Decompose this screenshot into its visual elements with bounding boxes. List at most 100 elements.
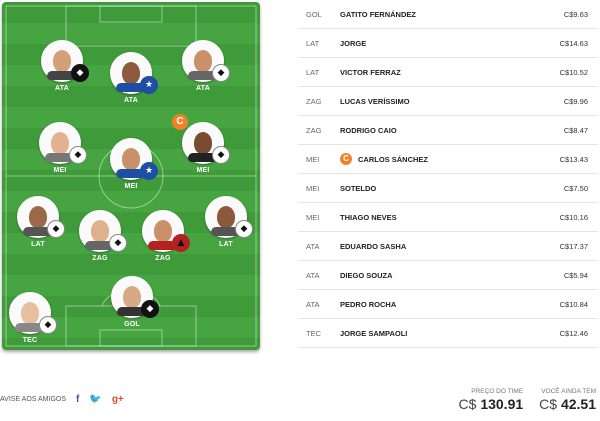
- row-player-name: DIEGO SOUZA: [340, 271, 518, 280]
- list-row[interactable]: MEI SOTELDO C$7.50: [298, 174, 598, 203]
- player-avatar[interactable]: ★: [110, 138, 158, 180]
- row-player-name: LUCAS VERÍSSIMO: [340, 97, 518, 106]
- player-card[interactable]: ◆ GOL: [102, 276, 162, 328]
- list-row[interactable]: ATA PEDRO ROCHA C$10.84: [298, 290, 598, 319]
- player-position: LAT: [31, 241, 45, 248]
- player-position: GOL: [124, 321, 140, 328]
- player-card[interactable]: ◆ ZAG: [70, 210, 130, 262]
- player-avatar[interactable]: ◆: [205, 196, 253, 238]
- player-avatar[interactable]: ▲: [142, 210, 190, 252]
- row-price: C$10.84: [559, 299, 588, 309]
- player-face: [194, 132, 212, 154]
- list-row[interactable]: ZAG RODRIGO CAIO C$8.47: [298, 116, 598, 145]
- google-plus-icon[interactable]: g+: [112, 394, 124, 405]
- player-list: GOL GATITO FERNÁNDEZ C$9.63 LAT JORGE C$14.63…: [298, 0, 598, 348]
- list-row[interactable]: TEC JORGE SAMPAOLI C$12.46: [298, 319, 598, 348]
- player-card[interactable]: ◆ LAT: [196, 196, 256, 248]
- row-name-text: VICTOR FERRAZ: [340, 67, 401, 77]
- player-card[interactable]: ◆ LAT: [8, 196, 68, 248]
- player-face: [122, 148, 140, 170]
- row-position: LAT: [306, 38, 320, 48]
- club-badge-icon: ◆: [71, 64, 89, 82]
- team-price-amount: 130.91: [480, 396, 524, 412]
- player-position: TEC: [22, 337, 38, 344]
- club-badge-icon: ◆: [141, 300, 159, 318]
- player-card[interactable]: ◆ ATA: [32, 40, 92, 92]
- remaining-budget: VOCÊ AINDA TEM C$ 42.51: [539, 388, 596, 412]
- row-name-text: JORGE: [340, 38, 367, 48]
- row-position: MEI: [306, 212, 320, 222]
- facebook-icon[interactable]: f: [76, 394, 79, 405]
- row-player-name: THIAGO NEVES: [340, 213, 518, 222]
- list-row[interactable]: LAT JORGE C$14.63: [298, 29, 598, 58]
- player-position: MEI: [53, 167, 67, 174]
- row-player-name: SOTELDO: [340, 184, 518, 193]
- remaining-value: C$ 42.51: [539, 396, 596, 412]
- team-price-value: C$ 130.91: [459, 396, 524, 412]
- club-badge-icon: ◆: [235, 220, 253, 238]
- player-avatar[interactable]: ★: [110, 52, 158, 94]
- list-row[interactable]: ATA DIEGO SOUZA C$5.94: [298, 261, 598, 290]
- player-avatar[interactable]: ◆: [79, 210, 127, 252]
- twitter-icon[interactable]: 🐦: [89, 394, 101, 405]
- team-price-label: PREÇO DO TIME: [471, 388, 524, 395]
- list-row[interactable]: GOL GATITO FERNÁNDEZ C$9.63: [298, 0, 598, 29]
- row-position: ZAG: [306, 125, 322, 135]
- club-badge-icon: ◆: [69, 146, 87, 164]
- row-name-text: LUCAS VERÍSSIMO: [340, 96, 410, 106]
- list-row[interactable]: LAT VICTOR FERRAZ C$10.52: [298, 58, 598, 87]
- club-badge-icon: ◆: [109, 234, 127, 252]
- player-face: [91, 220, 109, 242]
- row-price: C$8.47: [563, 125, 588, 135]
- list-row[interactable]: ZAG LUCAS VERÍSSIMO C$9.96: [298, 87, 598, 116]
- row-position: GOL: [306, 9, 322, 19]
- player-avatar[interactable]: ◆: [9, 292, 57, 334]
- player-face: [217, 206, 235, 228]
- captain-icon: C: [340, 153, 352, 165]
- row-player-name: JORGE SAMPAOLI: [340, 329, 518, 338]
- list-row[interactable]: MEI C CARLOS SÁNCHEZ C$13.43: [298, 145, 598, 174]
- lineup-field: ◆ ATA ★ ATA ◆ ATA ◆ MEI ★ MEI ◆ C MEI ◆ LAT ◆ ZAG…: [2, 2, 260, 350]
- list-row[interactable]: ATA EDUARDO SASHA C$17.37: [298, 232, 598, 261]
- player-avatar[interactable]: ◆: [111, 276, 159, 318]
- player-face: [194, 50, 212, 72]
- row-player-name: EDUARDO SASHA: [340, 242, 518, 251]
- player-position: ATA: [196, 85, 210, 92]
- player-card[interactable]: ◆ C MEI: [172, 114, 233, 174]
- remaining-amount: 42.51: [560, 396, 596, 412]
- player-face: [29, 206, 47, 228]
- row-name-text: JORGE SAMPAOLI: [340, 328, 408, 338]
- list-row[interactable]: MEI THIAGO NEVES C$10.16: [298, 203, 598, 232]
- row-price: C$12.46: [559, 328, 588, 338]
- row-position: ATA: [306, 241, 320, 251]
- player-avatar[interactable]: ◆: [182, 40, 230, 82]
- row-name-text: DIEGO SOUZA: [340, 270, 393, 280]
- row-name-text: EDUARDO SASHA: [340, 241, 407, 251]
- player-avatar[interactable]: ◆: [39, 122, 87, 164]
- player-card[interactable]: ★ ATA: [101, 52, 161, 104]
- row-player-name: JORGE: [340, 39, 518, 48]
- row-player-name: VICTOR FERRAZ: [340, 68, 518, 77]
- player-position: ATA: [55, 85, 69, 92]
- row-position: ATA: [306, 299, 320, 309]
- player-avatar[interactable]: ◆: [41, 40, 89, 82]
- player-card[interactable]: ▲ ZAG: [133, 210, 193, 262]
- player-face: [122, 62, 140, 84]
- player-card[interactable]: ★ MEI: [101, 138, 161, 190]
- player-card[interactable]: ◆ MEI: [30, 122, 90, 174]
- row-position: MEI: [306, 183, 320, 193]
- player-position: MEI: [196, 167, 210, 174]
- player-avatar[interactable]: ◆ C: [172, 114, 230, 164]
- captain-icon: C: [172, 114, 188, 130]
- row-price: C$14.63: [559, 38, 588, 48]
- player-position: ZAG: [92, 255, 108, 262]
- row-price: C$9.63: [563, 9, 588, 19]
- row-name-text: PEDRO ROCHA: [340, 299, 397, 309]
- row-position: LAT: [306, 67, 320, 77]
- player-position: LAT: [219, 241, 233, 248]
- player-avatar[interactable]: ◆: [17, 196, 65, 238]
- row-position: MEI: [306, 154, 320, 164]
- player-card[interactable]: ◆ ATA: [173, 40, 233, 92]
- player-card[interactable]: ◆ TEC: [2, 292, 60, 344]
- club-badge-icon: ★: [140, 76, 158, 94]
